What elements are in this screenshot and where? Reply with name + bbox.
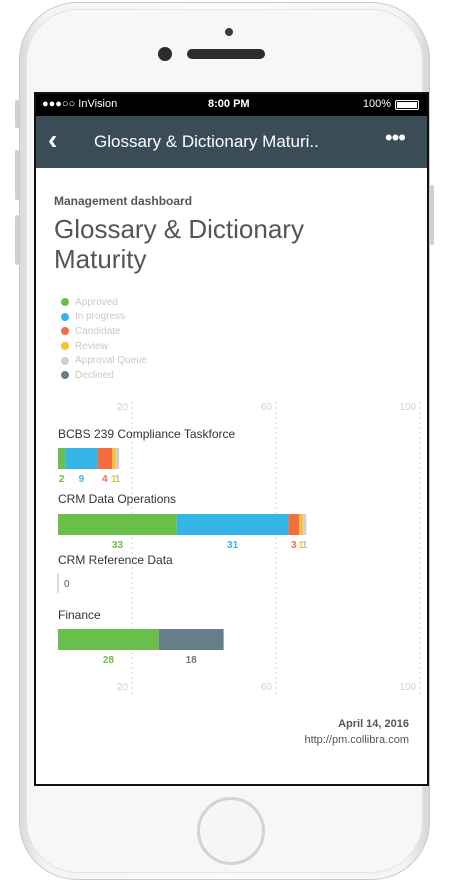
x-tick-label-top: 100: [399, 402, 416, 413]
legend-label: Review: [75, 340, 108, 352]
clock: 8:00 PM: [208, 98, 250, 110]
bar-segment: [299, 514, 303, 535]
volume-up-button: [15, 150, 19, 200]
legend-dot-icon: [61, 342, 69, 351]
bar-segment: [158, 629, 224, 650]
bar-segment: [65, 448, 98, 469]
data-label: 18: [186, 655, 198, 666]
data-label: 31: [227, 540, 239, 551]
status-bar: ●●●○○ InVision 8:00 PM 100%: [36, 94, 427, 116]
legend-item: In progress: [61, 310, 147, 325]
bar-segment: [58, 448, 66, 469]
legend-label: Approval Queue: [75, 355, 148, 367]
nav-bar: ‹ Glossary & Dictionary Maturi.. •••: [36, 116, 427, 168]
page-title: Glossary & Dictionary Maturity: [54, 214, 304, 274]
home-button[interactable]: [197, 797, 265, 865]
category-label: BCBS 239 Compliance Taskforce: [58, 427, 236, 441]
legend-dot-icon: [61, 356, 69, 365]
bar-segment: [97, 448, 112, 469]
screen: ●●●○○ InVision 8:00 PM 100% ‹ Glossary &…: [34, 92, 429, 786]
earpiece-speaker: [187, 49, 265, 59]
data-label: 1: [302, 540, 308, 551]
bar-segment: [58, 629, 159, 650]
legend-label: Declined: [75, 369, 114, 381]
stacked-bar-chart: 20206060100100BCBS 239 Compliance Taskfo…: [57, 402, 421, 694]
data-label: 33: [112, 540, 124, 551]
legend-dot-icon: [61, 371, 69, 380]
ellipsis-icon[interactable]: •••: [385, 127, 406, 149]
legend-dot-icon: [61, 298, 69, 307]
data-label: 4: [102, 474, 108, 485]
bar-segment: [176, 514, 289, 535]
data-label: 1: [115, 474, 121, 485]
data-label: 9: [79, 474, 85, 485]
data-label: 0: [64, 579, 70, 590]
report-url[interactable]: http://pm.collibra.com: [304, 734, 409, 746]
bar-segment: [288, 514, 300, 535]
carrier-label: ●●●○○ InVision: [42, 98, 118, 110]
x-tick-label-bottom: 100: [399, 682, 416, 693]
battery-icon: [395, 100, 419, 110]
x-tick-label-top: 60: [261, 402, 273, 413]
bar-segment: [115, 448, 120, 469]
x-tick-label-top: 20: [117, 402, 129, 413]
page-subtitle: Management dashboard: [54, 194, 193, 208]
legend-label: Approved: [75, 296, 118, 308]
chevron-left-icon[interactable]: ‹: [48, 125, 57, 155]
nav-title: Glossary & Dictionary Maturi..: [94, 132, 319, 151]
legend-dot-icon: [61, 312, 69, 321]
front-camera: [158, 47, 172, 61]
legend-item: Candidate: [61, 324, 147, 339]
category-label: CRM Data Operations: [58, 492, 176, 506]
proximity-sensor: [225, 28, 233, 36]
category-label: CRM Reference Data: [58, 553, 173, 567]
mute-switch: [15, 100, 19, 128]
legend-item: Declined: [61, 368, 147, 383]
bar-segment: [302, 514, 307, 535]
legend-label: In progress: [75, 311, 126, 323]
report-date: April 14, 2016: [338, 718, 409, 730]
data-label: 2: [59, 474, 65, 485]
category-label: Finance: [58, 608, 101, 622]
battery-percent: 100%: [362, 98, 391, 110]
legend-item: Approved: [61, 295, 147, 310]
volume-down-button: [15, 215, 19, 265]
legend-item: Review: [61, 339, 147, 354]
data-label: 28: [103, 655, 115, 666]
legend-dot-icon: [61, 327, 69, 336]
x-tick-label-bottom: 20: [117, 682, 129, 693]
x-tick-label-bottom: 60: [261, 682, 273, 693]
chart-legend: Approved In progress Candidate Review Approv…: [61, 295, 147, 383]
bar-segment: [58, 514, 177, 535]
legend-item: Approval Queue: [61, 353, 147, 368]
power-button: [430, 185, 434, 245]
data-label: 3: [291, 540, 297, 551]
bar-segment: [112, 448, 116, 469]
legend-label: Candidate: [75, 325, 121, 337]
